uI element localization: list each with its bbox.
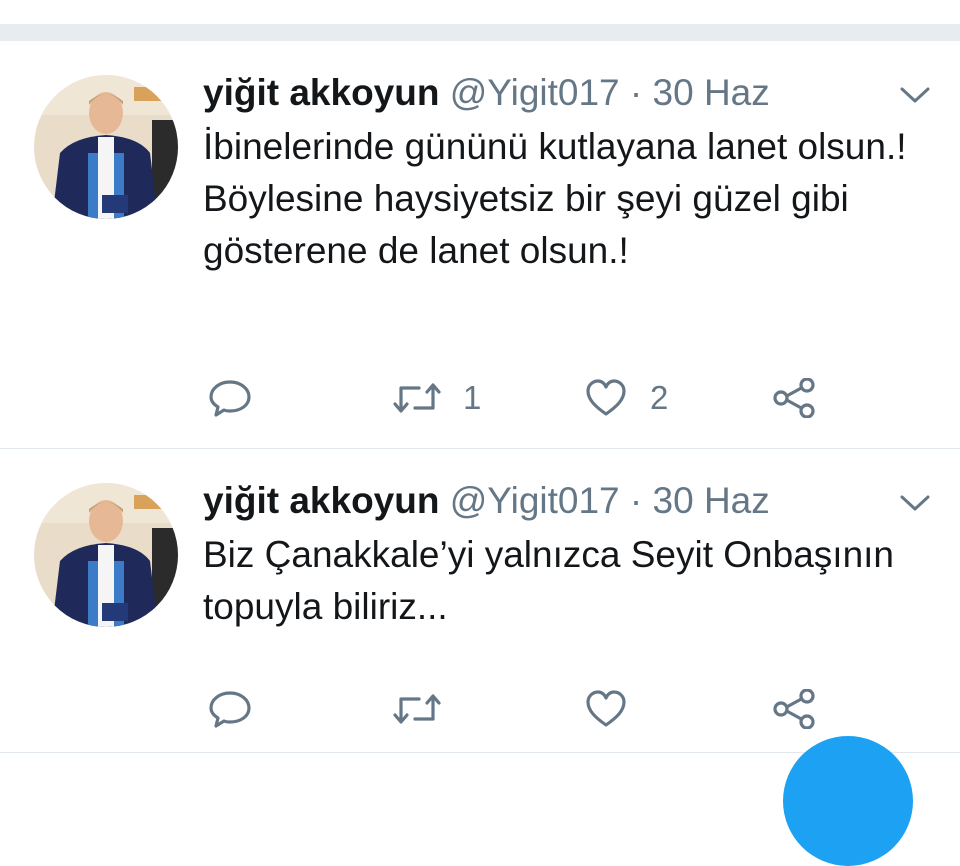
retweet-count: 1 <box>463 379 482 416</box>
avatar[interactable] <box>34 483 178 627</box>
section-divider <box>0 24 960 41</box>
author-name[interactable]: yiğit akkoyun <box>203 480 439 521</box>
avatar[interactable] <box>34 75 178 219</box>
share-icon <box>773 689 815 729</box>
separator-dot: · <box>629 480 643 521</box>
reply-icon <box>209 691 251 728</box>
like-button[interactable] <box>584 685 650 733</box>
tweet[interactable]: yiğit akkoyun @Yigit017 · 30 Haz Biz Çan… <box>0 449 960 752</box>
tweet-text-line: İbinelerinde gününü kutlayana lanet olsu… <box>203 126 907 167</box>
author-handle[interactable]: @Yigit017 <box>450 480 620 521</box>
chevron-down-icon[interactable] <box>898 493 932 513</box>
share-button[interactable] <box>772 685 816 733</box>
retweet-button[interactable] <box>393 685 463 733</box>
share-icon <box>773 378 815 418</box>
tweet-header: yiğit akkoyun @Yigit017 · 30 Haz <box>203 71 770 115</box>
action-bar: 1 2 <box>0 374 960 422</box>
heart-icon <box>586 690 626 727</box>
tweet-text-line: Biz Çanakkale’yi yalnızca Seyit Onbaşını… <box>203 534 895 627</box>
retweet-icon <box>393 694 441 724</box>
tweet-date[interactable]: 30 Haz <box>653 72 770 113</box>
author-handle[interactable]: @Yigit017 <box>450 72 620 113</box>
reply-button[interactable] <box>208 685 252 733</box>
heart-icon <box>586 379 626 416</box>
tweet-text: Biz Çanakkale’yi yalnızca Seyit Onbaşını… <box>203 529 923 633</box>
tweet-text-line: Böylesine haysiyetsiz bir şeyi güzel gib… <box>203 178 849 271</box>
separator-dot: · <box>629 72 643 113</box>
reply-icon <box>209 380 251 417</box>
chevron-down-icon[interactable] <box>898 85 932 105</box>
retweet-icon <box>393 383 441 413</box>
tweet-header: yiğit akkoyun @Yigit017 · 30 Haz <box>203 479 770 523</box>
like-count: 2 <box>650 379 669 416</box>
tweet[interactable]: yiğit akkoyun @Yigit017 · 30 Haz İbinele… <box>0 41 960 448</box>
compose-tweet-button[interactable] <box>783 736 913 866</box>
top-strip <box>0 0 960 24</box>
reply-button[interactable] <box>208 374 252 422</box>
retweet-button[interactable]: 1 <box>393 374 481 422</box>
tweet-text: İbinelerinde gününü kutlayana lanet olsu… <box>203 121 923 277</box>
tweet-date[interactable]: 30 Haz <box>653 480 770 521</box>
author-name[interactable]: yiğit akkoyun <box>203 72 439 113</box>
action-bar <box>0 685 960 733</box>
like-button[interactable]: 2 <box>584 374 668 422</box>
share-button[interactable] <box>772 374 816 422</box>
